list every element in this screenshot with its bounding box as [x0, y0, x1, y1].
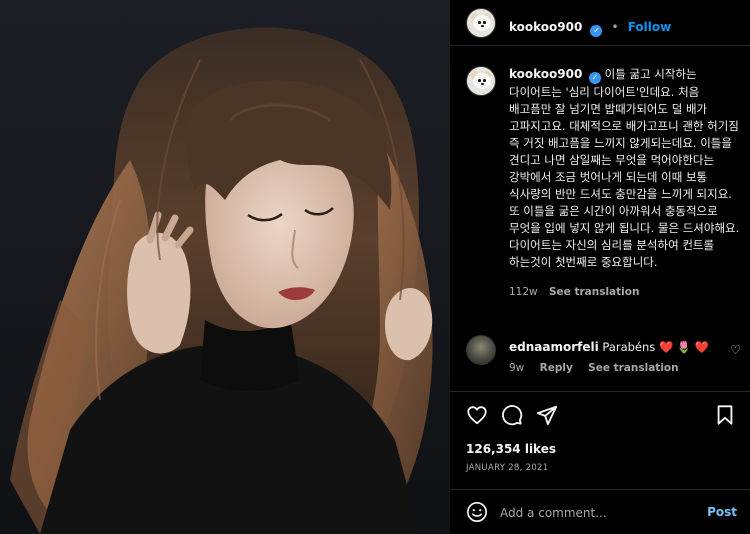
comments-scroll-area[interactable]: kookoo900 ✓ 이틀 굶고 시작하는 다이어트는 '심리 다이어트'인데…	[450, 46, 750, 391]
post-photo[interactable]	[0, 0, 450, 534]
header-user-line: kookoo900 ✓ • Follow	[509, 16, 671, 37]
commenter-username[interactable]: ednaamorfeli	[509, 340, 599, 354]
reply-button[interactable]: Reply	[540, 362, 573, 374]
author-username[interactable]: kookoo900	[509, 20, 582, 34]
post-comment-button[interactable]: Post	[707, 505, 737, 519]
post-header: kookoo900 ✓ • Follow	[450, 0, 750, 46]
caption-avatar[interactable]	[466, 66, 496, 96]
verified-badge-icon: ✓	[590, 25, 603, 37]
caption-body: 이틀 굶고 시작하는 다이어트는 '심리 다이어트'인데요. 처음 배고픔만 잘…	[509, 67, 740, 269]
follow-button[interactable]: Follow	[628, 20, 672, 34]
paper-plane-icon[interactable]	[536, 404, 558, 426]
caption-text-block: kookoo900 ✓ 이틀 굶고 시작하는 다이어트는 '심리 다이어트'인데…	[509, 66, 744, 301]
comment-like-heart-icon[interactable]: ♡	[730, 343, 741, 357]
bookmark-icon[interactable]	[714, 404, 736, 426]
comment-bubble-icon[interactable]	[501, 404, 523, 426]
header-separator: •	[611, 20, 619, 34]
post-actions: 126,354 likes JANUARY 28, 2021 Post	[450, 391, 750, 534]
comment-emojis: ❤️ 🌷 ❤️	[658, 340, 710, 354]
heart-icon[interactable]	[466, 404, 488, 426]
likes-count[interactable]: 126,354 likes	[466, 442, 556, 456]
author-avatar[interactable]	[466, 8, 496, 38]
add-comment-bar: Post	[450, 489, 750, 534]
caption-age: 112w	[509, 286, 538, 298]
comment-input[interactable]	[500, 502, 700, 524]
comment-body: Parabéns	[602, 340, 656, 354]
caption-username[interactable]: kookoo900	[509, 67, 582, 81]
comment-meta: 9w Reply See translation	[509, 362, 679, 374]
post-date: JANUARY 28, 2021	[466, 463, 549, 473]
caption-meta: 112w See translation	[509, 284, 744, 301]
comment-line: ednaamorfeli Parabéns ❤️ 🌷 ❤️	[509, 340, 709, 354]
commenter-avatar[interactable]	[466, 335, 496, 365]
post-side-panel: kookoo900 ✓ • Follow kookoo900 ✓ 이틀 굶고 시…	[450, 0, 750, 534]
verified-badge-icon: ✓	[589, 72, 601, 84]
portrait-illustration	[10, 27, 433, 534]
caption-see-translation[interactable]: See translation	[549, 286, 639, 298]
smiley-icon[interactable]	[466, 501, 488, 523]
comment-age: 9w	[509, 362, 525, 374]
comment-see-translation[interactable]: See translation	[588, 362, 678, 374]
